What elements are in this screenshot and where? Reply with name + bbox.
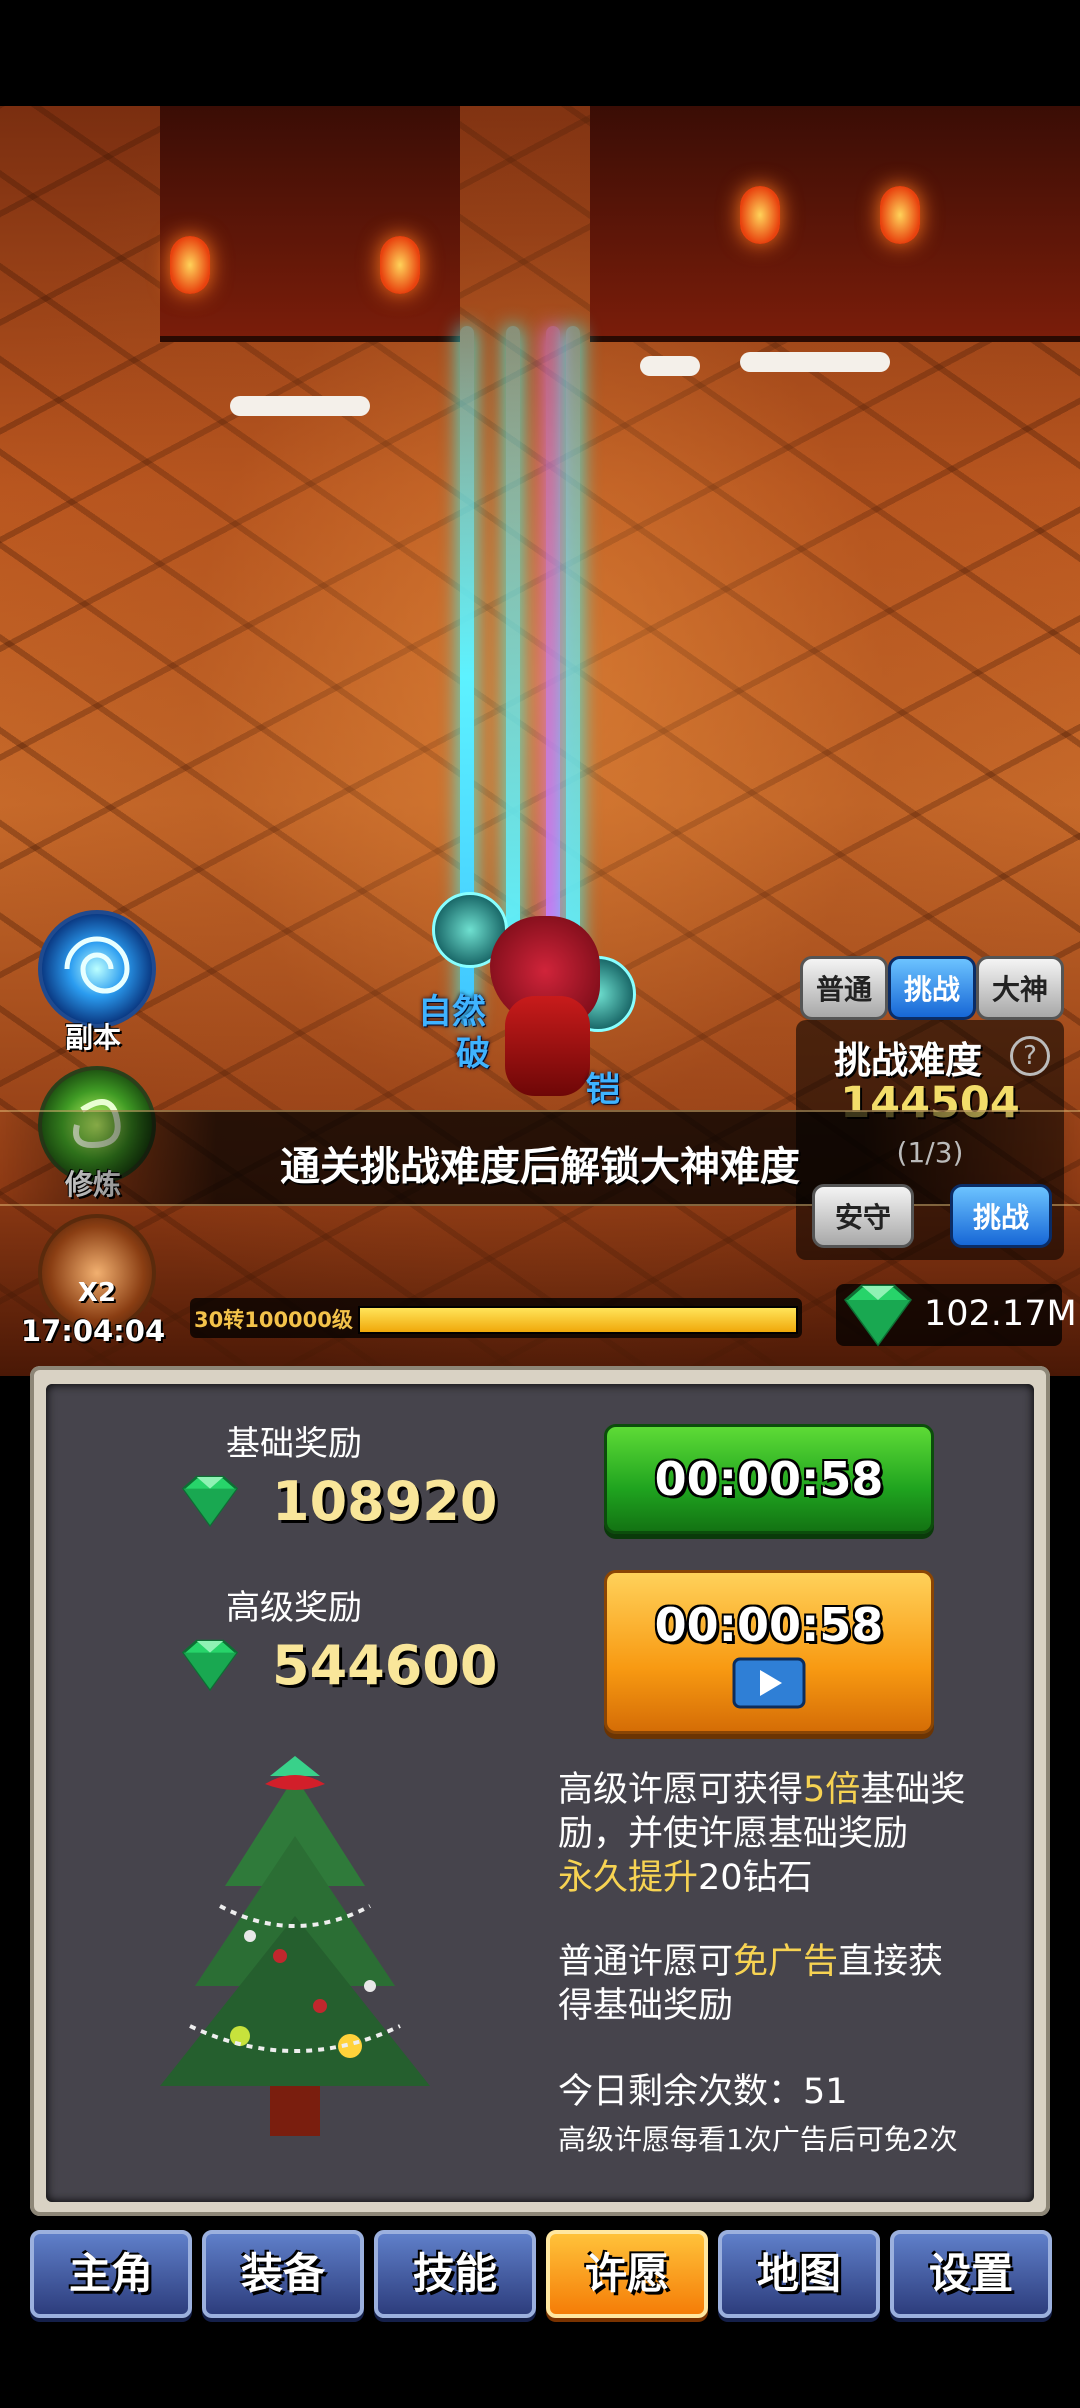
challenge-button[interactable]: 挑战	[950, 1184, 1052, 1248]
christmas-tree-icon	[160, 1756, 430, 2136]
desc-text: 高级许愿可获得	[558, 1770, 804, 1810]
basic-reward-value: 108920	[272, 1470, 498, 1533]
snow-patch	[640, 356, 700, 376]
remaining-count: 今日剩余次数：51	[558, 2072, 848, 2112]
vortex-icon	[64, 936, 130, 994]
opera-mask-stall	[160, 106, 460, 342]
desc-text: 20钻石	[698, 1858, 813, 1898]
green-gem-icon	[181, 1639, 239, 1692]
nav-settings[interactable]: 设置	[890, 2230, 1052, 2318]
light-beam	[546, 326, 560, 986]
desc-text: 直接获	[838, 1942, 944, 1982]
advanced-reward-label: 高级奖励	[226, 1588, 362, 1628]
safe-button[interactable]: 安守	[812, 1184, 914, 1248]
red-shopfront	[590, 106, 1080, 342]
tab-master[interactable]: 大神	[976, 956, 1064, 1020]
basic-wish-button[interactable]: 00:00:58	[604, 1424, 934, 1534]
snow-patch	[740, 352, 890, 372]
desc-highlight: 5倍	[803, 1770, 861, 1810]
play-video-icon	[732, 1657, 806, 1709]
advanced-wish-timer: 00:00:58	[654, 1598, 884, 1652]
gem-counter: 102.17M	[836, 1284, 1077, 1347]
dungeon-button[interactable]	[38, 910, 156, 1028]
damage-text: 破	[456, 1034, 490, 1074]
difficulty-title: 挑战难度	[834, 1039, 982, 1082]
lantern-icon	[880, 186, 920, 244]
desc-text: 普通许愿可	[558, 1942, 734, 1982]
light-beam	[506, 326, 520, 966]
exp-bar	[358, 1306, 798, 1334]
boost-badge: X2	[77, 1278, 117, 1308]
desc-text: 基础	[860, 1770, 931, 1810]
difficulty-progress: (1/3)	[896, 1136, 964, 1169]
nav-map[interactable]: 地图	[718, 2230, 880, 2318]
basic-reward-label: 基础奖励	[226, 1424, 362, 1464]
level-bar-container: 30转100000级	[190, 1298, 802, 1338]
hero-body	[505, 996, 590, 1096]
damage-text: 铠	[586, 1070, 620, 1110]
lantern-icon	[740, 186, 780, 244]
green-gem-icon	[843, 1284, 913, 1347]
dungeon-label: 副本	[64, 1021, 121, 1054]
nav-equipment[interactable]: 装备	[202, 2230, 364, 2318]
basic-wish-timer: 00:00:58	[654, 1452, 884, 1506]
advanced-reward-value: 544600	[272, 1634, 498, 1697]
boost-timer: 17:04:04	[20, 1314, 166, 1348]
gem-amount: 102.17M	[924, 1294, 1077, 1334]
advanced-wish-description: 高级许愿可获得5倍基础奖励，并使许愿基础奖励 永久提升20钻石	[558, 1768, 1018, 1900]
tab-challenge[interactable]: 挑战	[888, 956, 976, 1020]
lantern-icon	[380, 236, 420, 294]
advanced-wish-button[interactable]: 00:00:58	[604, 1570, 934, 1734]
lantern-icon	[170, 236, 210, 294]
basic-wish-description: 普通许愿可免广告直接获得基础奖励	[558, 1940, 1018, 2028]
green-gem-icon	[181, 1475, 239, 1528]
level-label: 30转100000级	[194, 1308, 353, 1332]
snow-patch	[230, 396, 370, 416]
question-icon[interactable]: ?	[1010, 1036, 1050, 1076]
ad-note: 高级许愿每看1次广告后可免2次	[558, 2123, 958, 2156]
nav-wish[interactable]: 许愿	[546, 2230, 708, 2318]
desc-highlight: 永久提升	[558, 1858, 699, 1898]
tab-normal[interactable]: 普通	[800, 956, 888, 1020]
desc-text: 得基础奖励	[558, 1986, 734, 2026]
desc-highlight: 免广告	[733, 1942, 839, 1982]
nav-skills[interactable]: 技能	[374, 2230, 536, 2318]
exp-bar-fill	[360, 1308, 796, 1332]
nav-hero[interactable]: 主角	[30, 2230, 192, 2318]
light-beam	[566, 326, 580, 1016]
